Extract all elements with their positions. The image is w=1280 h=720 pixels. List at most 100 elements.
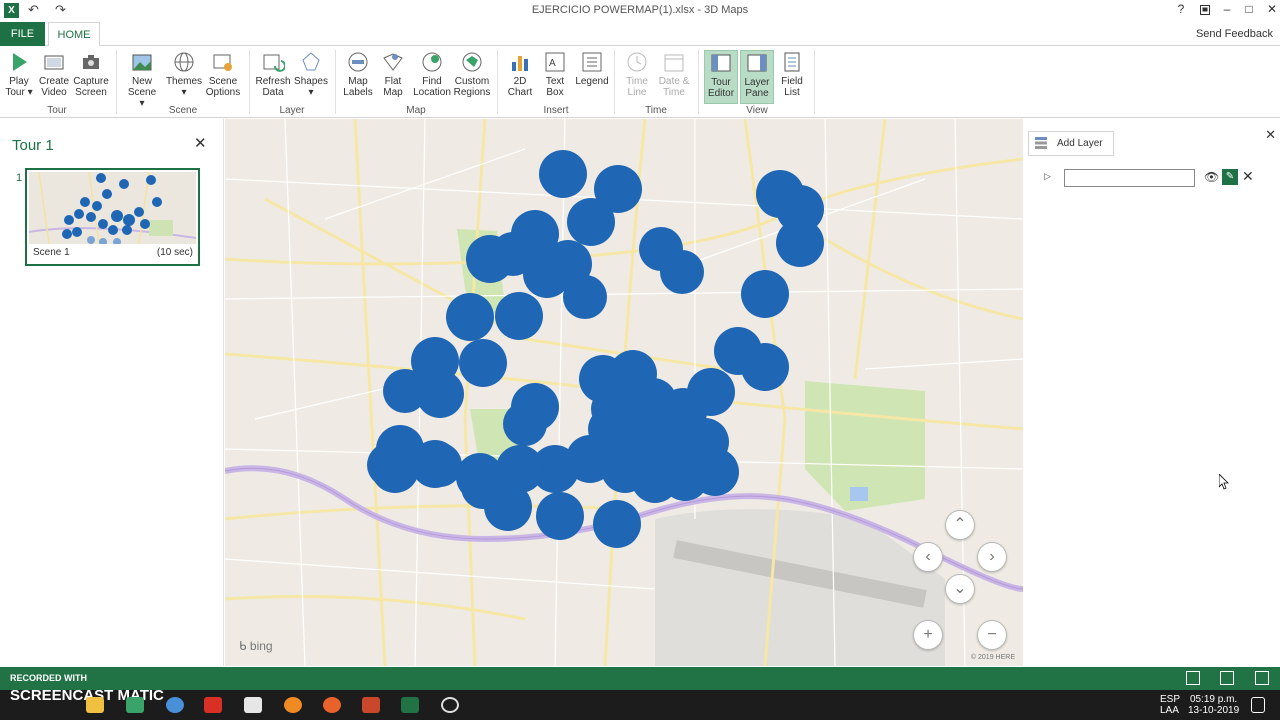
tab-home[interactable]: HOME [48,22,100,47]
app-icon[interactable] [284,697,302,713]
status-bar: RECORDED WITH [0,667,1280,690]
date-time-button[interactable]: Date & Time [656,50,692,98]
shapes-button[interactable]: Shapes ▾ [294,50,328,98]
label: List [784,87,800,98]
data-bubble[interactable] [593,500,641,548]
scene-duration: (10 sec) [156,247,193,258]
rotate-right-button[interactable]: › [977,542,1007,572]
scene-options-icon [213,54,232,71]
maximize-button[interactable]: □ [1238,2,1260,16]
data-bubble[interactable] [539,150,587,198]
label: ▾ [181,87,187,98]
find-location-button[interactable]: Find Location [411,50,453,98]
data-bubble[interactable] [741,270,789,318]
edit-layer-icon[interactable]: ✎ [1222,169,1238,185]
help-button[interactable]: ? [1170,2,1192,16]
field-list-button[interactable]: Field List [778,50,806,98]
send-feedback-link[interactable]: Send Feedback [1196,28,1273,40]
data-bubble[interactable] [741,343,789,391]
data-bubble[interactable] [536,492,584,540]
status-fullscreen-icon[interactable] [1255,671,1269,685]
scene-card[interactable]: Scene 1 (10 sec) [25,168,200,266]
chevron-up-icon: ⌃ [953,516,967,533]
taskbar-clock[interactable]: 05:19 p.m. 13-10-2019 [1188,694,1239,716]
close-tour-panel-icon[interactable]: ✕ [194,134,207,152]
label: Time [663,87,685,98]
powerpoint-icon[interactable] [362,697,380,713]
text-box-icon: A [545,52,565,72]
mail-icon[interactable] [244,697,262,713]
data-bubble[interactable] [567,198,615,246]
close-layer-pane-icon[interactable]: ✕ [1265,127,1276,143]
themes-button[interactable]: Themes ▾ [165,50,203,98]
data-bubble[interactable] [776,219,824,267]
tour-title[interactable]: Tour 1 [12,137,54,154]
zoom-out-button[interactable]: − [977,620,1007,650]
data-bubble[interactable] [367,443,411,487]
language-indicator[interactable]: ESP LAA [1160,694,1180,716]
data-bubble[interactable] [660,250,704,294]
close-button[interactable]: ✕ [1261,2,1280,16]
label: Editor [707,88,735,99]
data-bubble[interactable] [563,275,607,319]
status-fit-icon[interactable] [1220,671,1234,685]
data-bubble[interactable] [608,442,652,486]
plus-icon: + [923,626,933,643]
data-bubble[interactable] [503,402,547,446]
time-line-button[interactable]: Time Line [620,50,654,98]
data-bubble[interactable] [756,170,804,218]
data-bubble[interactable] [461,465,505,509]
tilt-down-button[interactable]: ⌄ [945,574,975,604]
data-bubble[interactable] [495,292,543,340]
create-video-button[interactable]: Create Video [37,50,71,98]
screencast-taskbar-icon[interactable] [441,697,459,713]
data-bubble[interactable] [416,370,464,418]
new-scene-button[interactable]: New Scene ▾ [124,50,160,109]
refresh-data-button[interactable]: Refresh Data [254,50,292,98]
excel-taskbar-icon[interactable] [401,697,419,713]
divider [335,50,336,114]
text-box-button[interactable]: A Text Box [540,50,570,98]
file-explorer-icon[interactable] [86,697,104,713]
add-layer-button[interactable]: Add Layer [1028,131,1114,156]
capture-screen-button[interactable]: Capture Screen [73,50,109,98]
chart-2d-button[interactable]: 2D Chart [504,50,536,98]
delete-layer-icon[interactable]: ✕ [1242,168,1254,185]
zoom-in-button[interactable]: + [913,620,943,650]
label: Tour ▾ [5,87,33,98]
chrome-icon[interactable] [166,697,184,713]
status-view-icon[interactable] [1186,671,1200,685]
acrobat-icon[interactable] [204,697,222,713]
app-icon[interactable] [126,697,144,713]
layer-name-input[interactable] [1064,169,1195,187]
scene-options-button[interactable]: Scene Options [204,50,242,98]
data-bubble[interactable] [459,339,507,387]
divider [497,50,498,114]
notifications-icon[interactable] [1251,697,1265,713]
data-bubble[interactable] [649,425,697,473]
tilt-up-button[interactable]: ⌃ [945,510,975,540]
chevron-down-icon: ⌄ [953,580,967,597]
custom-regions-button[interactable]: Custom Regions [453,50,491,98]
tour-editor-button[interactable]: Tour Editor [704,50,738,104]
play-icon [13,53,27,71]
tab-file[interactable]: FILE [0,22,45,46]
legend-button[interactable]: Legend [574,50,610,87]
minimize-button[interactable]: – [1216,2,1238,16]
layer-pane-button[interactable]: Layer Pane [740,50,774,104]
data-bubble[interactable] [446,293,494,341]
data-bubble[interactable] [418,443,462,487]
play-tour-button[interactable]: Play Tour ▾ [4,50,34,98]
data-bubble[interactable] [523,250,571,298]
ribbon-tabs: FILE HOME Send Feedback [0,22,1280,47]
map-labels-button[interactable]: Map Labels [340,50,376,98]
ribbon: Play Tour ▾ Create Video Capture Screen … [0,46,1280,118]
flat-map-button[interactable]: Flat Map [378,50,408,98]
firefox-icon[interactable] [323,697,341,713]
restore-ribbon-button[interactable] [1194,2,1216,18]
rotate-left-button[interactable]: ‹ [913,542,943,572]
expand-layer-icon[interactable]: ▷ [1044,171,1051,182]
map-canvas[interactable]: ⌃ ‹ › ⌄ + − ᑲ bing © 2019 HERE [225,119,1023,666]
scene-name: Scene 1 [33,247,70,258]
eye-icon[interactable]: 👁 [1204,170,1219,184]
